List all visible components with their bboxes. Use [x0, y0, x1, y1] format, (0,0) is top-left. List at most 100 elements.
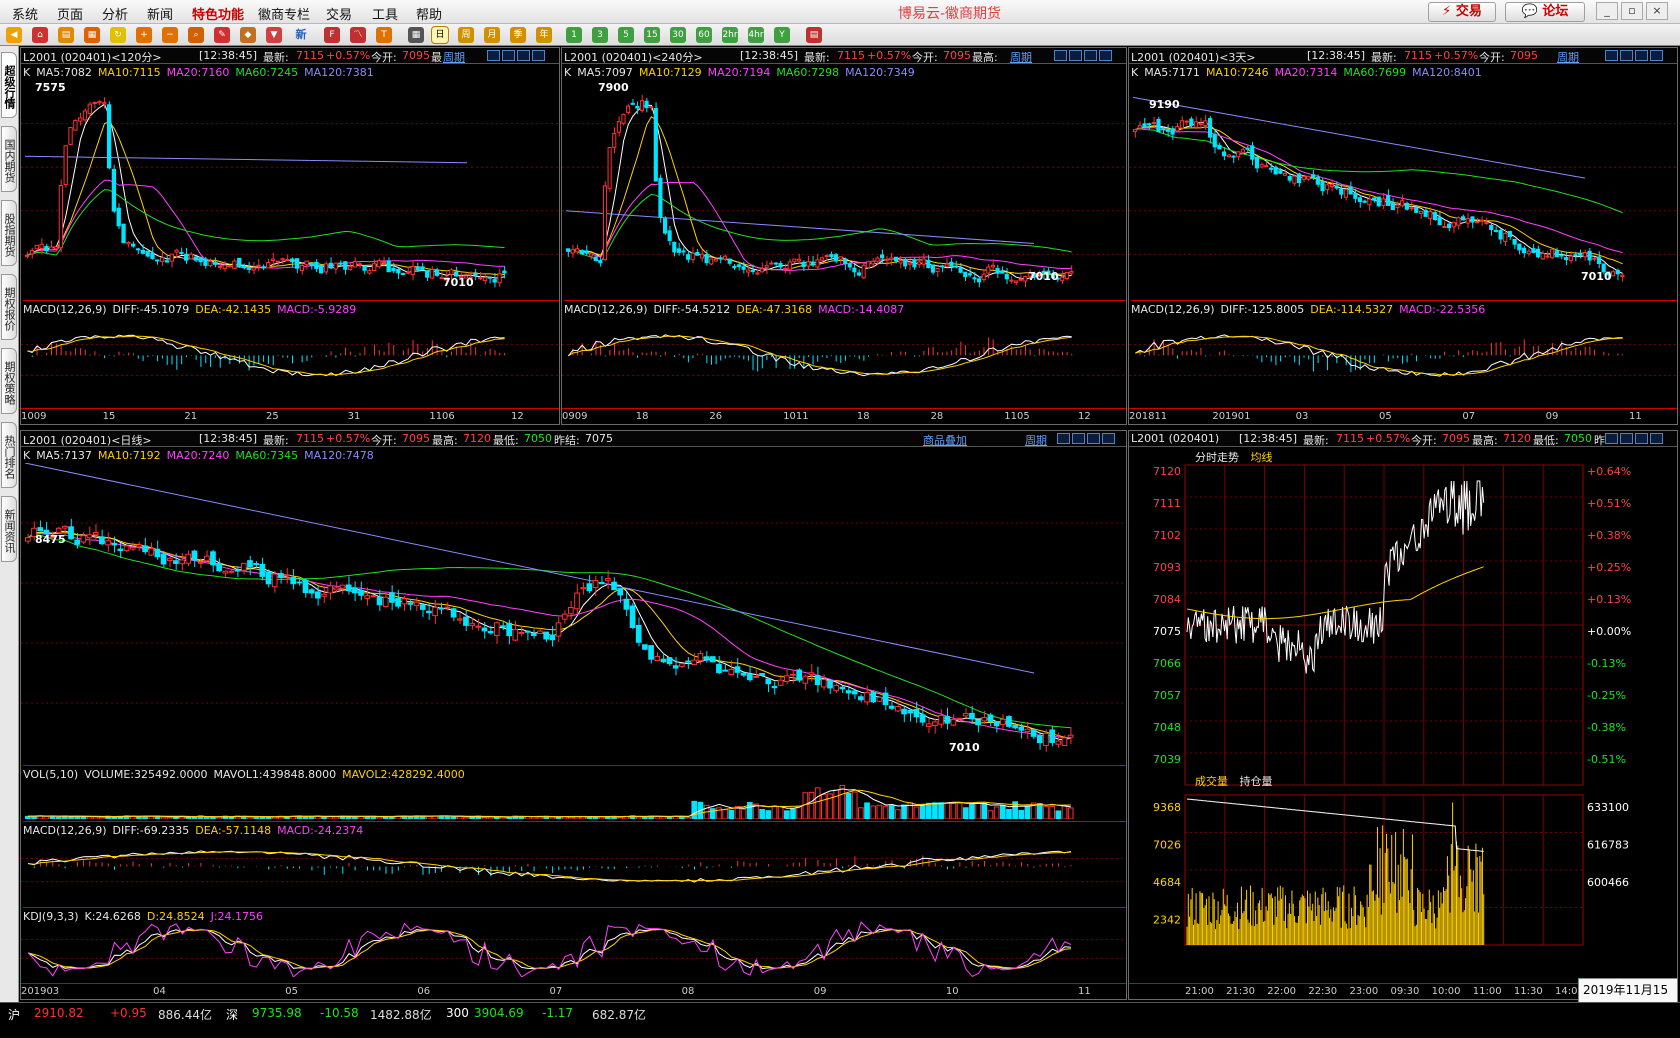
maximize-icon[interactable] [1087, 433, 1100, 444]
chart-panel-3day[interactable]: L2001 (020401)<3天> [12:38:45] 最新: 7115 +… [1128, 47, 1678, 425]
zoom-out-icon[interactable]: − [162, 27, 178, 43]
pen-icon[interactable]: ✎ [214, 27, 230, 43]
sidebar-tab-option-quotes[interactable]: 期权报价 [1, 274, 17, 340]
candle-body [935, 268, 940, 273]
paint-icon[interactable]: ◆ [240, 27, 256, 43]
close-icon[interactable]: × [1646, 2, 1668, 20]
period-link[interactable]: 周期 [1010, 49, 1032, 63]
line-chart-icon[interactable]: 〽 [350, 27, 366, 43]
tick-icon[interactable]: T [376, 27, 392, 43]
menu-huishang[interactable]: 徽商专栏 [258, 4, 310, 23]
sidebar-tab-option-strategy[interactable]: 期权策略 [1, 348, 17, 414]
period-5min-button[interactable]: 5 [618, 27, 634, 43]
period-week-button[interactable]: 周 [458, 27, 474, 43]
sz-turnover: 1482.88亿 [370, 1008, 432, 1022]
period-4hr-button[interactable]: 4hr [748, 27, 764, 43]
volume-bar [568, 816, 574, 819]
zoom-in-icon[interactable]: + [136, 27, 152, 43]
period-day-button[interactable]: 日 [431, 26, 449, 44]
menu-tools[interactable]: 工具 [372, 4, 398, 23]
menu-trade[interactable]: 交易 [326, 4, 352, 23]
maximize-icon[interactable] [1635, 433, 1648, 444]
period-link[interactable]: 周期 [1557, 49, 1579, 63]
prev-icon[interactable] [1057, 433, 1070, 444]
book-icon[interactable]: ▤ [58, 27, 74, 43]
period-quarter-button[interactable]: 季 [510, 27, 526, 43]
next-icon[interactable] [1620, 433, 1633, 444]
period-year-button[interactable]: 年 [536, 27, 552, 43]
prev-icon[interactable] [1054, 50, 1067, 61]
prev-icon[interactable] [487, 50, 500, 61]
period-1min-button[interactable]: 1 [566, 27, 582, 43]
home-icon[interactable]: ⌂ [32, 27, 48, 43]
candle-body [1428, 211, 1433, 220]
candle-body [123, 545, 130, 552]
candle-body [299, 265, 305, 271]
period-2hr-button[interactable]: 2hr [722, 27, 738, 43]
next-icon[interactable] [1069, 50, 1082, 61]
menu-analysis[interactable]: 分析 [102, 4, 128, 23]
period-30min-button[interactable]: 30 [670, 27, 686, 43]
chart-panel-240min[interactable]: L2001 (020401)<240分> [12:38:45] 最新: 7115… [561, 47, 1127, 425]
calculator-icon[interactable]: ▤ [806, 27, 822, 43]
period-link[interactable]: 周期 [1025, 432, 1047, 446]
chart-panel-120min[interactable]: L2001 (020401)<120分> [12:38:45] 最新: 7115… [20, 47, 560, 425]
candle-body [217, 265, 223, 268]
period-60min-button[interactable]: 60 [696, 27, 712, 43]
intraday-panel[interactable]: L2001 (020401) [12:38:45] 最新: 7115 +0.57… [1128, 430, 1678, 1000]
window-icon[interactable] [1102, 433, 1115, 444]
volume-bar [68, 816, 74, 819]
maximize-icon[interactable] [517, 50, 530, 61]
period-3min-button[interactable]: 3 [592, 27, 608, 43]
period-month-button[interactable]: 月 [484, 27, 500, 43]
window-icon[interactable] [1650, 433, 1663, 444]
next-icon[interactable] [1072, 433, 1085, 444]
menu-featured[interactable]: 特色功能 [192, 4, 244, 23]
candle-body [1367, 198, 1372, 206]
time-label: [12:38:45] [740, 49, 798, 62]
candle-body [315, 591, 321, 599]
menu-page[interactable]: 页面 [57, 4, 83, 23]
period-custom-button[interactable]: Y [774, 27, 790, 43]
next-icon[interactable] [1620, 50, 1633, 61]
window-icon[interactable] [1650, 50, 1663, 61]
forum-button[interactable]: 💬 论坛 [1505, 2, 1585, 22]
sidebar-tab-news[interactable]: 新闻资讯 [1, 496, 17, 562]
trade-button[interactable]: ⚡ 交易 [1428, 2, 1496, 22]
chart-icon[interactable]: ▦ [84, 27, 100, 43]
period-15min-button[interactable]: 15 [644, 27, 660, 43]
maximize-icon[interactable] [1635, 50, 1648, 61]
overlay-link[interactable]: 商品叠加 [923, 432, 967, 446]
candle-body [78, 117, 83, 122]
ma-line [27, 103, 505, 279]
maximize-icon[interactable] [1084, 50, 1097, 61]
candle-body [1578, 252, 1583, 256]
sidebar-tab-domestic-futures[interactable]: 国内期货 [1, 126, 17, 192]
menu-help[interactable]: 帮助 [416, 4, 442, 23]
sidebar-tab-hot-ranking[interactable]: 热门排名 [1, 422, 17, 488]
filter-icon[interactable]: ▼ [266, 27, 282, 43]
minimize-icon[interactable]: _ [1596, 2, 1618, 20]
menu-system[interactable]: 系统 [12, 4, 38, 23]
grid-icon[interactable]: ▦ [408, 27, 424, 43]
new-button[interactable]: 新 [292, 27, 310, 43]
restore-icon[interactable]: ▫ [1621, 2, 1643, 20]
back-icon[interactable]: ◀ [6, 27, 22, 43]
candle-body [253, 563, 259, 566]
prev-icon[interactable] [1605, 433, 1618, 444]
sidebar-tab-index-futures[interactable]: 股指期货 [1, 200, 17, 266]
candle-body [1339, 188, 1344, 195]
time-label: [12:38:45] [199, 49, 257, 62]
menu-news[interactable]: 新闻 [147, 4, 173, 23]
next-icon[interactable] [502, 50, 515, 61]
f10-icon[interactable]: F [324, 27, 340, 43]
prev-icon[interactable] [1605, 50, 1618, 61]
search-icon[interactable]: ⌕ [188, 27, 204, 43]
period-link[interactable]: 周期 [443, 49, 465, 63]
candle-body [667, 230, 672, 241]
window-icon[interactable] [532, 50, 545, 61]
chart-panel-daily[interactable]: L2001 (020401)<日线> [12:38:45] 最新: 7115 +… [20, 430, 1127, 1000]
window-icon[interactable] [1099, 50, 1112, 61]
sidebar-tab-market[interactable]: 超级行情 [1, 52, 17, 118]
refresh-icon[interactable]: ↻ [110, 27, 126, 43]
